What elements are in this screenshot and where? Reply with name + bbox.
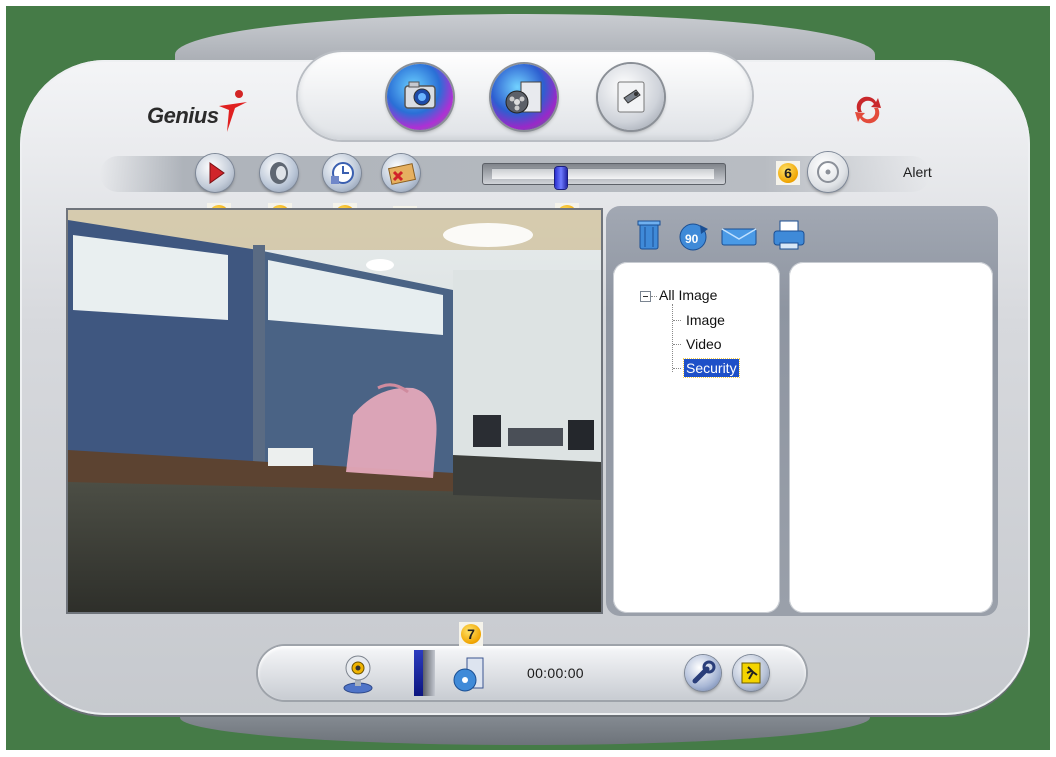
video-mode-button[interactable]	[491, 64, 557, 130]
thumbnail-area	[789, 262, 993, 613]
genius-logo: Genius	[147, 103, 219, 128]
email-icon[interactable]	[720, 217, 758, 253]
webcam-icon[interactable]	[335, 650, 381, 696]
delete-alert-button[interactable]	[382, 154, 420, 192]
trash-icon[interactable]	[634, 217, 664, 253]
tree-connector	[673, 344, 681, 345]
camera-mode-button[interactable]	[387, 64, 453, 130]
camera-feed-image	[68, 210, 601, 612]
start-button[interactable]	[196, 154, 234, 192]
tree-connector	[673, 320, 681, 321]
video-preview	[66, 208, 603, 614]
rotate-90-icon[interactable]: 90	[673, 217, 713, 253]
schedule-button[interactable]	[323, 154, 361, 192]
photo-camera-icon	[404, 81, 436, 109]
film-reel-icon	[505, 81, 542, 114]
security-camera-icon	[617, 81, 645, 113]
audio-level-track	[423, 650, 435, 696]
sensitivity-slider[interactable]	[482, 163, 726, 189]
settings-wrench-icon	[692, 660, 716, 684]
tree-item-all-image[interactable]: All Image	[659, 287, 717, 303]
settings-button[interactable]	[685, 655, 721, 691]
alert-label: Alert	[903, 164, 932, 180]
alert-icon	[817, 161, 839, 183]
tree-connector	[651, 296, 657, 297]
slider-thumb[interactable]	[555, 167, 567, 189]
tree-item-image[interactable]: Image	[684, 311, 727, 329]
delete-email-icon	[388, 163, 416, 185]
callout-badge-6: 6	[776, 161, 800, 185]
schedule-clock-icon	[331, 162, 354, 184]
tree-connector	[672, 304, 673, 372]
sensitivity-icon	[270, 162, 288, 184]
printer-icon[interactable]	[770, 217, 808, 253]
callout-badge-7: 7	[459, 622, 483, 646]
genius-logo-mark	[219, 90, 247, 132]
record-icon[interactable]	[449, 652, 489, 696]
audio-level-meter	[414, 650, 423, 696]
play-icon	[209, 162, 225, 184]
slider-groove	[492, 167, 714, 189]
sensitivity-button[interactable]	[260, 154, 298, 192]
svg-text:90: 90	[685, 232, 699, 246]
recording-timer: 00:00:00	[527, 665, 584, 681]
exit-icon	[741, 662, 761, 684]
exit-button[interactable]	[733, 655, 769, 691]
tree-item-video[interactable]: Video	[684, 335, 724, 353]
tree-item-security[interactable]: Security	[683, 358, 740, 378]
tree-connector	[673, 368, 681, 369]
refresh-icon[interactable]	[848, 90, 888, 130]
tree-collapse-toggle[interactable]	[640, 291, 651, 302]
alert-button[interactable]	[808, 152, 848, 192]
security-mode-button[interactable]	[598, 64, 664, 130]
